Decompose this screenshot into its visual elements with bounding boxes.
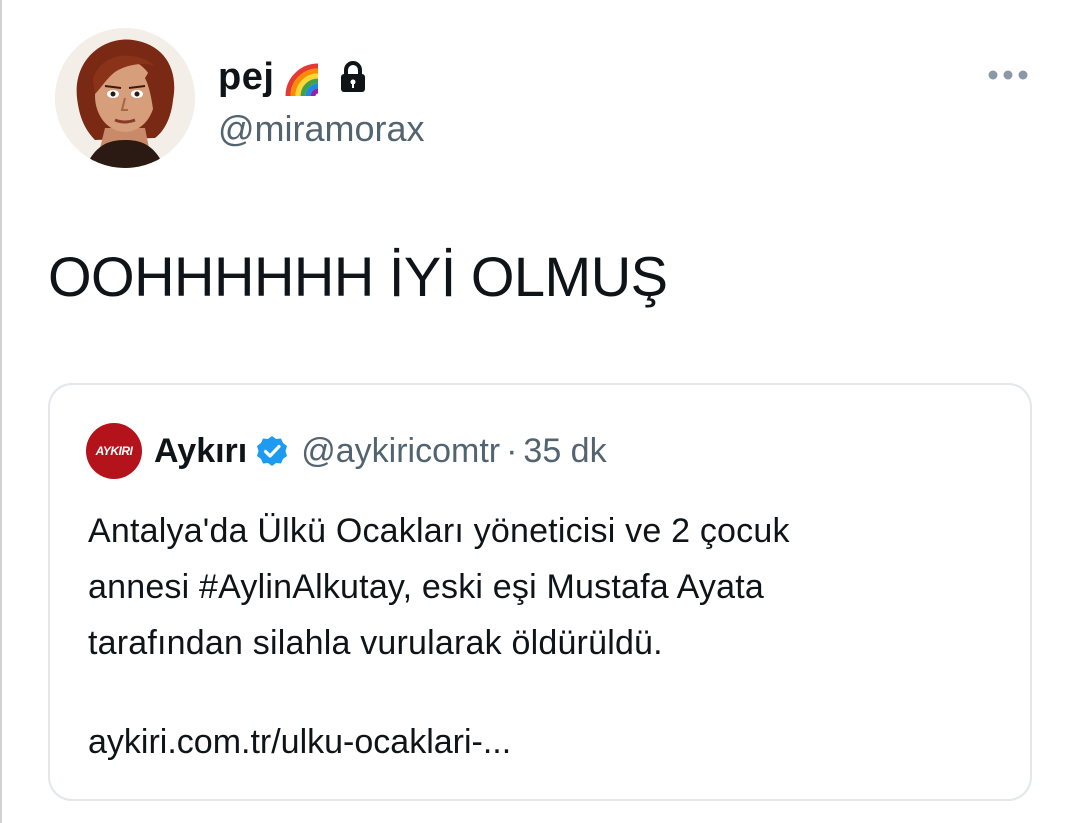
quoted-author-name[interactable]: Aykırı — [154, 432, 247, 471]
frame-edge — [0, 0, 2, 823]
quoted-tweet-header: AYKIRI Aykırı @aykiricomtr · 35 dk — [86, 423, 607, 479]
quoted-tweet-link[interactable]: aykiri.com.tr/ulku-ocaklari-... — [88, 723, 511, 762]
quoted-author-avatar[interactable]: AYKIRI — [86, 423, 142, 479]
quoted-tweet-body: Antalya'da Ülkü Ocakları yöneticisi ve 2… — [88, 503, 1008, 671]
quoted-body-line: tarafından silahla vurularak öldürüldü. — [88, 624, 663, 662]
tweet-text: OOHHHHHH İYİ OLMUŞ — [48, 245, 668, 308]
quoted-tweet-time[interactable]: 35 dk — [523, 432, 606, 471]
quoted-avatar-logo-text: AYKIRI — [95, 444, 133, 458]
author-name-row: pej — [218, 52, 370, 102]
author-display-name[interactable]: pej — [218, 56, 274, 99]
more-horizontal-icon[interactable] — [986, 68, 1030, 82]
quoted-body-line: Antalya'da Ülkü Ocakları yöneticisi ve 2… — [88, 512, 790, 550]
quoted-tweet-card[interactable]: AYKIRI Aykırı @aykiricomtr · 35 dk Antal… — [48, 383, 1032, 801]
meta-separator: · — [506, 431, 518, 470]
rainbow-icon — [284, 56, 326, 98]
quoted-body-line: annesi #AylinAlkutay, eski eşi Mustafa A… — [88, 568, 764, 606]
lock-icon — [336, 60, 370, 94]
quoted-author-handle[interactable]: @aykiricomtr — [301, 432, 500, 471]
author-handle[interactable]: @miramorax — [218, 108, 425, 150]
verified-badge-icon — [255, 434, 289, 468]
author-avatar[interactable] — [55, 28, 195, 168]
